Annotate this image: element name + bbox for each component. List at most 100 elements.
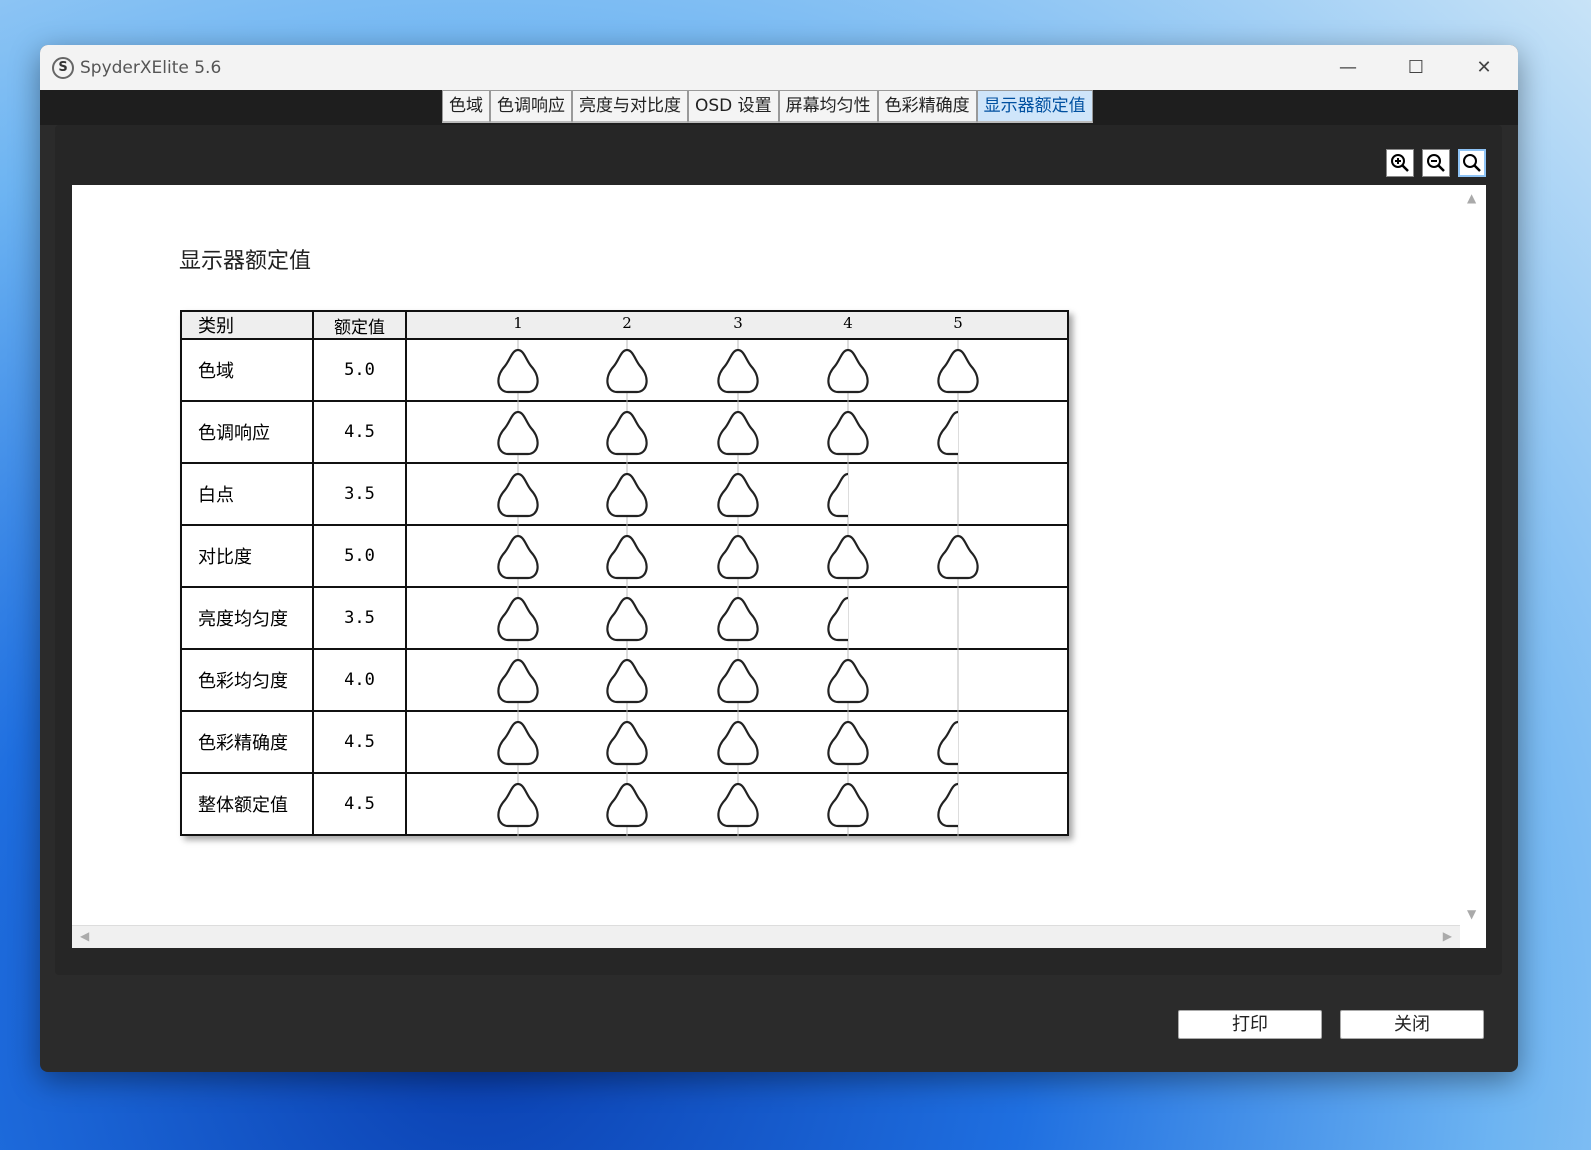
table-row: 整体额定值 4.5	[180, 772, 1069, 836]
rating-pear-icon	[497, 348, 539, 394]
row-category: 对比度	[180, 524, 314, 588]
rating-pear-icon	[937, 782, 958, 828]
row-rating-graphic	[405, 586, 1069, 650]
scale-label-1: 1	[513, 314, 523, 332]
rating-pear-icon	[937, 348, 979, 394]
row-rating-graphic	[405, 710, 1069, 774]
row-category: 色彩均匀度	[180, 648, 314, 712]
scale-label-2: 2	[622, 314, 632, 332]
row-rating: 4.5	[312, 710, 407, 774]
row-rating: 3.5	[312, 462, 407, 526]
rating-pear-icon	[606, 410, 648, 456]
zoom-fit-icon[interactable]	[1458, 149, 1486, 177]
window-title: SpyderXElite 5.6	[80, 57, 222, 78]
rating-pear-icon	[717, 410, 759, 456]
row-rating: 4.0	[312, 648, 407, 712]
rating-pear-icon	[827, 596, 848, 642]
scale-label-4: 4	[843, 314, 853, 332]
rating-pear-icon	[606, 472, 648, 518]
row-rating: 4.5	[312, 772, 407, 836]
rating-pear-icon	[606, 348, 648, 394]
print-button[interactable]: 打印	[1178, 1010, 1322, 1039]
table-row: 色调响应 4.5	[180, 400, 1069, 464]
report-document: 显示器额定值 类别 额定值 12345 色域 5.0 色调响应 4.5 白点 3.5 对比度…	[72, 185, 1486, 948]
row-category: 色域	[180, 338, 314, 402]
rating-pear-icon	[827, 472, 848, 518]
row-rating: 4.5	[312, 400, 407, 464]
row-rating-graphic	[405, 524, 1069, 588]
table-row: 对比度 5.0	[180, 524, 1069, 588]
horizontal-scrollbar[interactable]: ◀ ▶	[72, 925, 1460, 948]
row-rating-graphic	[405, 462, 1069, 526]
table-row: 色彩均匀度 4.0	[180, 648, 1069, 712]
zoom-in-icon[interactable]	[1386, 149, 1414, 177]
header-category: 类别	[180, 310, 314, 340]
rating-pear-icon	[717, 720, 759, 766]
rating-pear-icon	[497, 720, 539, 766]
row-rating-graphic	[405, 648, 1069, 712]
row-rating-graphic	[405, 772, 1069, 836]
title-bar: S SpyderXElite 5.6 — ☐ ✕	[40, 45, 1518, 90]
table-row: 色彩精确度 4.5	[180, 710, 1069, 774]
rating-pear-icon	[606, 782, 648, 828]
table-row: 白点 3.5	[180, 462, 1069, 526]
row-category: 白点	[180, 462, 314, 526]
rating-pear-icon	[497, 534, 539, 580]
report-title: 显示器额定值	[179, 249, 312, 274]
scale-label-3: 3	[733, 314, 743, 332]
tab-5[interactable]: 色彩精确度	[877, 90, 977, 123]
table-row: 亮度均匀度 3.5	[180, 586, 1069, 650]
tab-1[interactable]: 色调响应	[490, 90, 572, 123]
rating-pear-icon	[606, 720, 648, 766]
row-rating: 3.5	[312, 586, 407, 650]
ratings-table: 类别 额定值 12345 色域 5.0 色调响应 4.5 白点 3.5 对比度 5.0 亮度均匀…	[180, 310, 1069, 836]
tab-bar: 色域 色调响应 亮度与对比度 OSD 设置 屏幕均匀性 色彩精确度 显示器额定值	[40, 90, 1518, 125]
rating-pear-icon	[717, 348, 759, 394]
close-button[interactable]: 关闭	[1340, 1010, 1484, 1039]
row-rating: 5.0	[312, 338, 407, 402]
rating-pear-icon	[497, 472, 539, 518]
row-category: 亮度均匀度	[180, 586, 314, 650]
rating-pear-icon	[827, 534, 869, 580]
close-window-button[interactable]: ✕	[1450, 45, 1518, 90]
tab-6[interactable]: 显示器额定值	[976, 90, 1093, 123]
rating-pear-icon	[717, 596, 759, 642]
report-panel: 显示器额定值 类别 额定值 12345 色域 5.0 色调响应 4.5 白点 3.5 对比度…	[55, 125, 1502, 975]
rating-pear-icon	[937, 410, 958, 456]
row-rating: 5.0	[312, 524, 407, 588]
rating-pear-icon	[937, 534, 979, 580]
rating-pear-icon	[497, 782, 539, 828]
scale-label-5: 5	[953, 314, 963, 332]
minimize-button[interactable]: —	[1314, 45, 1382, 90]
rating-pear-icon	[606, 534, 648, 580]
row-category: 整体额定值	[180, 772, 314, 836]
row-category: 色彩精确度	[180, 710, 314, 774]
vertical-scrollbar[interactable]: ▲ ▼	[1460, 185, 1486, 925]
tab-4[interactable]: 屏幕均匀性	[778, 90, 878, 123]
table-row: 色域 5.0	[180, 338, 1069, 402]
tab-2[interactable]: 亮度与对比度	[572, 90, 688, 123]
row-rating-graphic	[405, 338, 1069, 402]
rating-pear-icon	[827, 348, 869, 394]
row-rating-graphic	[405, 400, 1069, 464]
rating-pear-icon	[827, 720, 869, 766]
app-logo-icon: S	[52, 56, 74, 79]
rating-pear-icon	[717, 782, 759, 828]
rating-pear-icon	[497, 596, 539, 642]
rating-pear-icon	[606, 596, 648, 642]
rating-pear-icon	[827, 410, 869, 456]
rating-pear-icon	[606, 658, 648, 704]
rating-pear-icon	[937, 720, 958, 766]
rating-pear-icon	[717, 472, 759, 518]
rating-pear-icon	[827, 782, 869, 828]
tab-3[interactable]: OSD 设置	[688, 90, 779, 123]
maximize-button[interactable]: ☐	[1382, 45, 1450, 90]
header-scale: 1 2 3 4 5	[405, 310, 1069, 340]
rating-pear-icon	[717, 534, 759, 580]
row-category: 色调响应	[180, 400, 314, 464]
zoom-out-icon[interactable]	[1422, 149, 1450, 177]
rating-pear-icon	[717, 658, 759, 704]
tab-0[interactable]: 色域	[442, 90, 490, 123]
rating-pear-icon	[827, 658, 869, 704]
rating-pear-icon	[497, 658, 539, 704]
